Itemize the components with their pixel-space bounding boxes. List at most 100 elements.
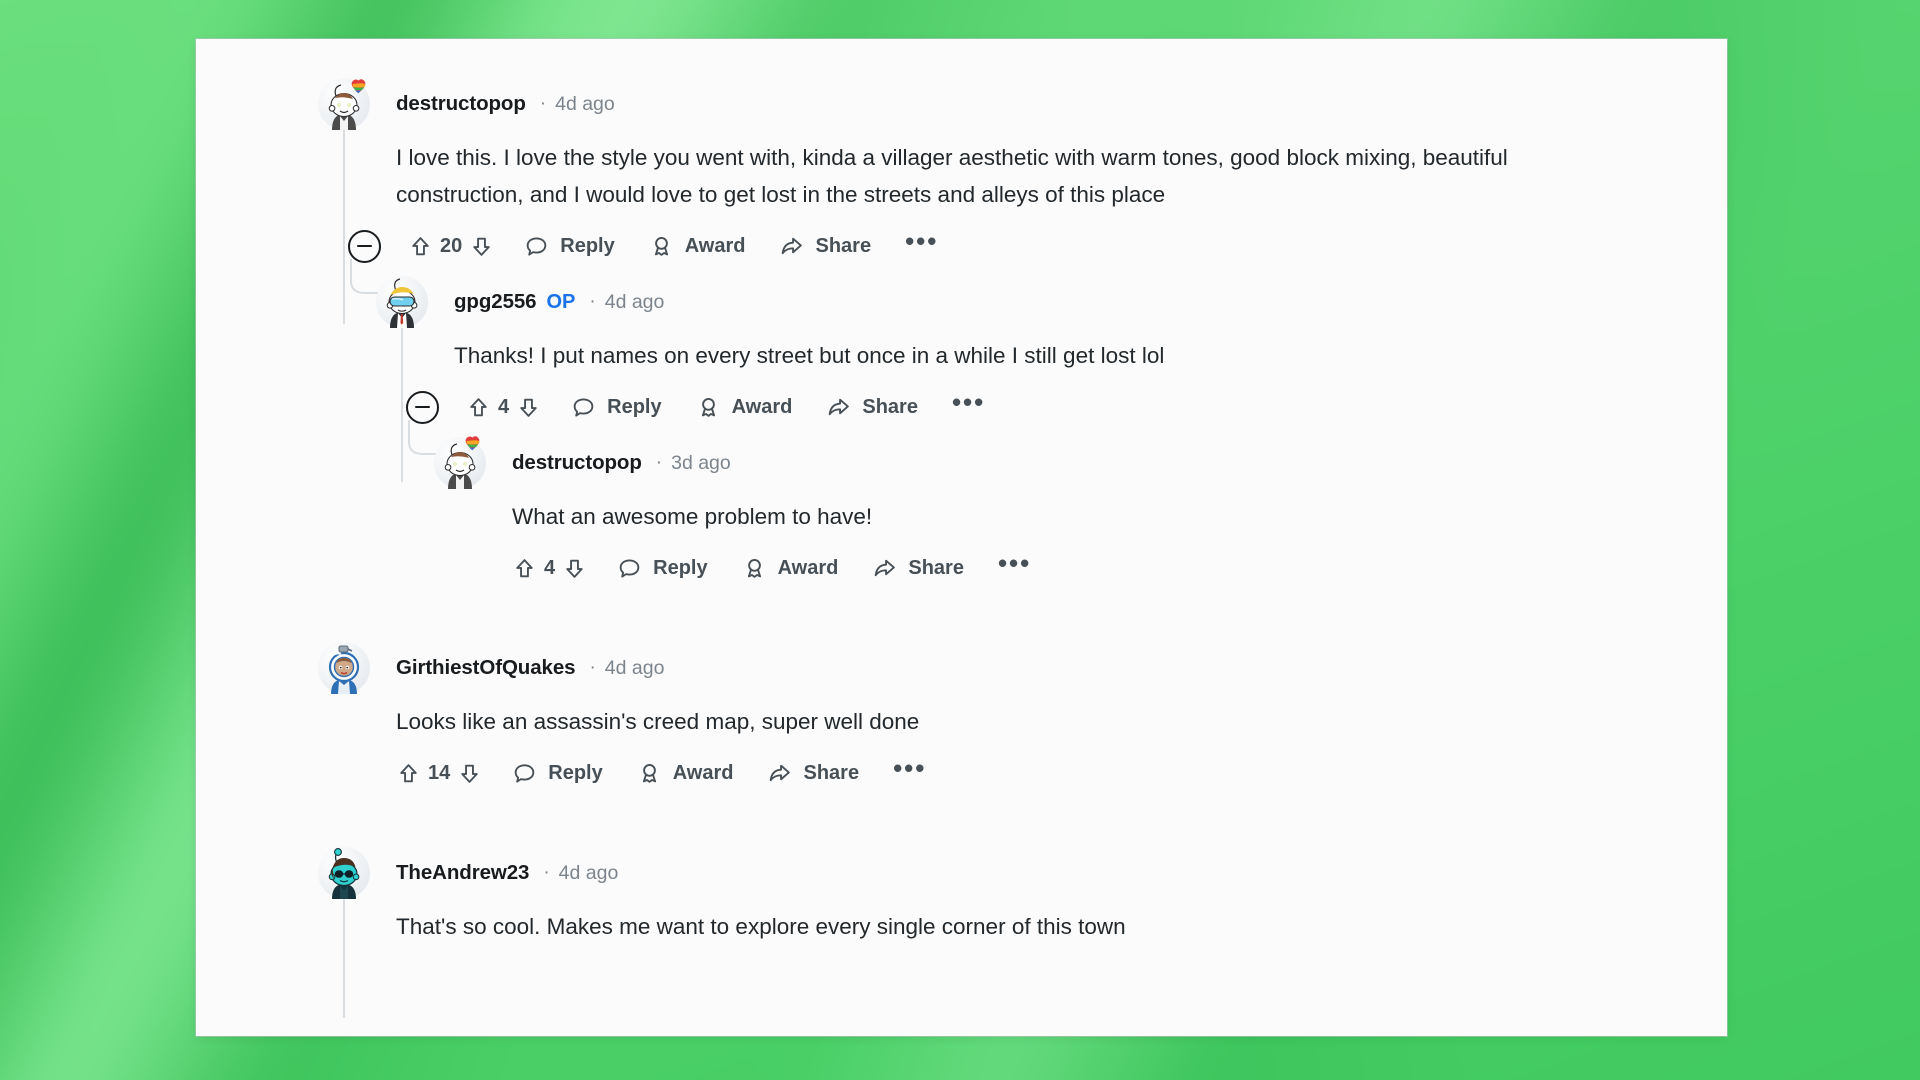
comment-author[interactable]: GirthiestOfQuakes: [396, 656, 576, 680]
reply-label: Reply: [607, 395, 662, 418]
reply-button[interactable]: Reply: [512, 761, 603, 786]
avatar[interactable]: [376, 276, 428, 328]
avatar[interactable]: [318, 847, 370, 899]
comment-thread-root-4: GirthiestOfQuakes · 4d ago Looks like an…: [318, 641, 1727, 802]
comment-timestamp: 4d ago: [604, 290, 665, 313]
comment-body: Thanks! I put names on every street but …: [454, 343, 1165, 368]
collapse-minus-icon[interactable]: [406, 390, 439, 424]
vote-count: 20: [440, 234, 463, 257]
comment-thread-root-5: TheAndrew23 · 4d ago That's so cool. Mak…: [318, 846, 1727, 1018]
award-button[interactable]: Award: [637, 761, 734, 786]
op-badge: OP: [546, 290, 576, 313]
award-ribbon-icon: [637, 761, 662, 786]
comment-author[interactable]: TheAndrew23: [396, 861, 529, 885]
share-label: Share: [862, 395, 918, 418]
vote-group: 4: [512, 556, 587, 581]
downvote-arrow-icon[interactable]: [457, 761, 482, 786]
more-options-icon[interactable]: •••: [998, 550, 1031, 578]
snoo-head: [328, 848, 360, 887]
comment-thread: destructopop · 4d ago I love this. I lov…: [196, 39, 1727, 1018]
award-button[interactable]: Award: [649, 234, 746, 259]
separator: ·: [589, 291, 596, 312]
share-button[interactable]: Share: [779, 234, 871, 259]
comment-author[interactable]: gpg2556: [454, 290, 537, 314]
vote-group: 14: [396, 761, 482, 786]
share-arrow-icon: [779, 234, 804, 259]
reply-label: Reply: [653, 556, 708, 579]
award-ribbon-icon: [742, 556, 767, 581]
more-options-icon[interactable]: •••: [952, 389, 985, 417]
separator: ·: [539, 93, 547, 114]
comment-header: destructopop · 4d ago: [318, 77, 1727, 131]
award-button[interactable]: Award: [742, 556, 838, 581]
avatar[interactable]: [434, 436, 486, 489]
vote-count: 4: [544, 556, 556, 579]
reply-label: Reply: [548, 761, 603, 784]
more-options-icon[interactable]: •••: [893, 755, 926, 783]
vote-count: 14: [428, 761, 451, 784]
award-label: Award: [672, 761, 734, 784]
separator: ·: [589, 657, 596, 678]
reply-button[interactable]: Reply: [571, 395, 662, 420]
comment-author[interactable]: destructopop: [396, 92, 526, 116]
comment-body: I love this. I love the style you went w…: [396, 145, 1508, 207]
speech-bubble-icon: [512, 761, 537, 786]
comment-spacer: [196, 802, 1727, 846]
comment-timestamp: 4d ago: [604, 656, 665, 679]
avatar[interactable]: [318, 642, 370, 694]
thread-line: [343, 898, 345, 1018]
comments-card: destructopop · 4d ago I love this. I lov…: [196, 39, 1727, 1036]
comment-body: What an awesome problem to have!: [512, 504, 873, 529]
comment-header: TheAndrew23 · 4d ago: [318, 846, 1727, 900]
comment-actions: 4 Reply Award Share •••: [376, 378, 1727, 436]
comment-thread-root-1: destructopop · 4d ago I love this. I lov…: [318, 77, 1727, 597]
vote-group: 20: [408, 234, 494, 259]
avatar[interactable]: [318, 78, 370, 130]
speech-bubble-icon: [524, 234, 549, 259]
award-ribbon-icon: [696, 395, 721, 420]
award-button[interactable]: Award: [696, 395, 793, 420]
snoo-head: [444, 443, 476, 477]
comment-actions: 4 Reply Award Share •••: [434, 539, 1727, 597]
comment-timestamp: 4d ago: [558, 861, 619, 884]
comment-body: That's so cool. Makes me want to explore…: [396, 914, 1126, 939]
reply-button[interactable]: Reply: [524, 234, 615, 259]
share-label: Share: [815, 234, 872, 257]
share-label: Share: [908, 556, 964, 579]
collapse-minus-icon[interactable]: [348, 229, 381, 263]
share-arrow-icon: [767, 761, 792, 786]
downvote-arrow-icon[interactable]: [469, 234, 494, 259]
award-label: Award: [731, 395, 793, 418]
upvote-arrow-icon[interactable]: [466, 395, 491, 420]
comment-header: GirthiestOfQuakes · 4d ago: [318, 641, 1727, 695]
vote-group: 4: [466, 395, 541, 420]
share-button[interactable]: Share: [767, 761, 859, 786]
comment-body: Looks like an assassin's creed map, supe…: [396, 709, 920, 734]
snoo-head: [328, 84, 360, 118]
comment-timestamp: 3d ago: [671, 451, 731, 474]
comment-author[interactable]: destructopop: [512, 451, 642, 475]
upvote-arrow-icon[interactable]: [396, 761, 421, 786]
share-arrow-icon: [872, 556, 897, 581]
rainbow-heart-decoration: [465, 436, 480, 451]
snoo-body: [332, 884, 356, 899]
snoo-head: [386, 278, 418, 315]
share-label: Share: [803, 761, 860, 784]
reply-button[interactable]: Reply: [617, 556, 708, 581]
share-button[interactable]: Share: [872, 556, 964, 581]
downvote-arrow-icon[interactable]: [562, 556, 587, 581]
share-button[interactable]: Share: [826, 395, 918, 420]
award-label: Award: [684, 234, 746, 257]
reply-label: Reply: [560, 234, 615, 257]
vote-count: 4: [498, 395, 510, 418]
comment-header: gpg2556 OP · 4d ago: [376, 275, 1727, 329]
upvote-arrow-icon[interactable]: [408, 234, 433, 259]
comment-reply-2: gpg2556 OP · 4d ago Thanks! I put names …: [350, 259, 1727, 597]
comment-spacer: [196, 597, 1727, 641]
speech-bubble-icon: [617, 556, 642, 581]
rainbow-heart-decoration: [351, 79, 366, 94]
downvote-arrow-icon[interactable]: [516, 395, 541, 420]
upvote-arrow-icon[interactable]: [512, 556, 537, 581]
speech-bubble-icon: [571, 395, 596, 420]
more-options-icon[interactable]: •••: [905, 228, 938, 256]
